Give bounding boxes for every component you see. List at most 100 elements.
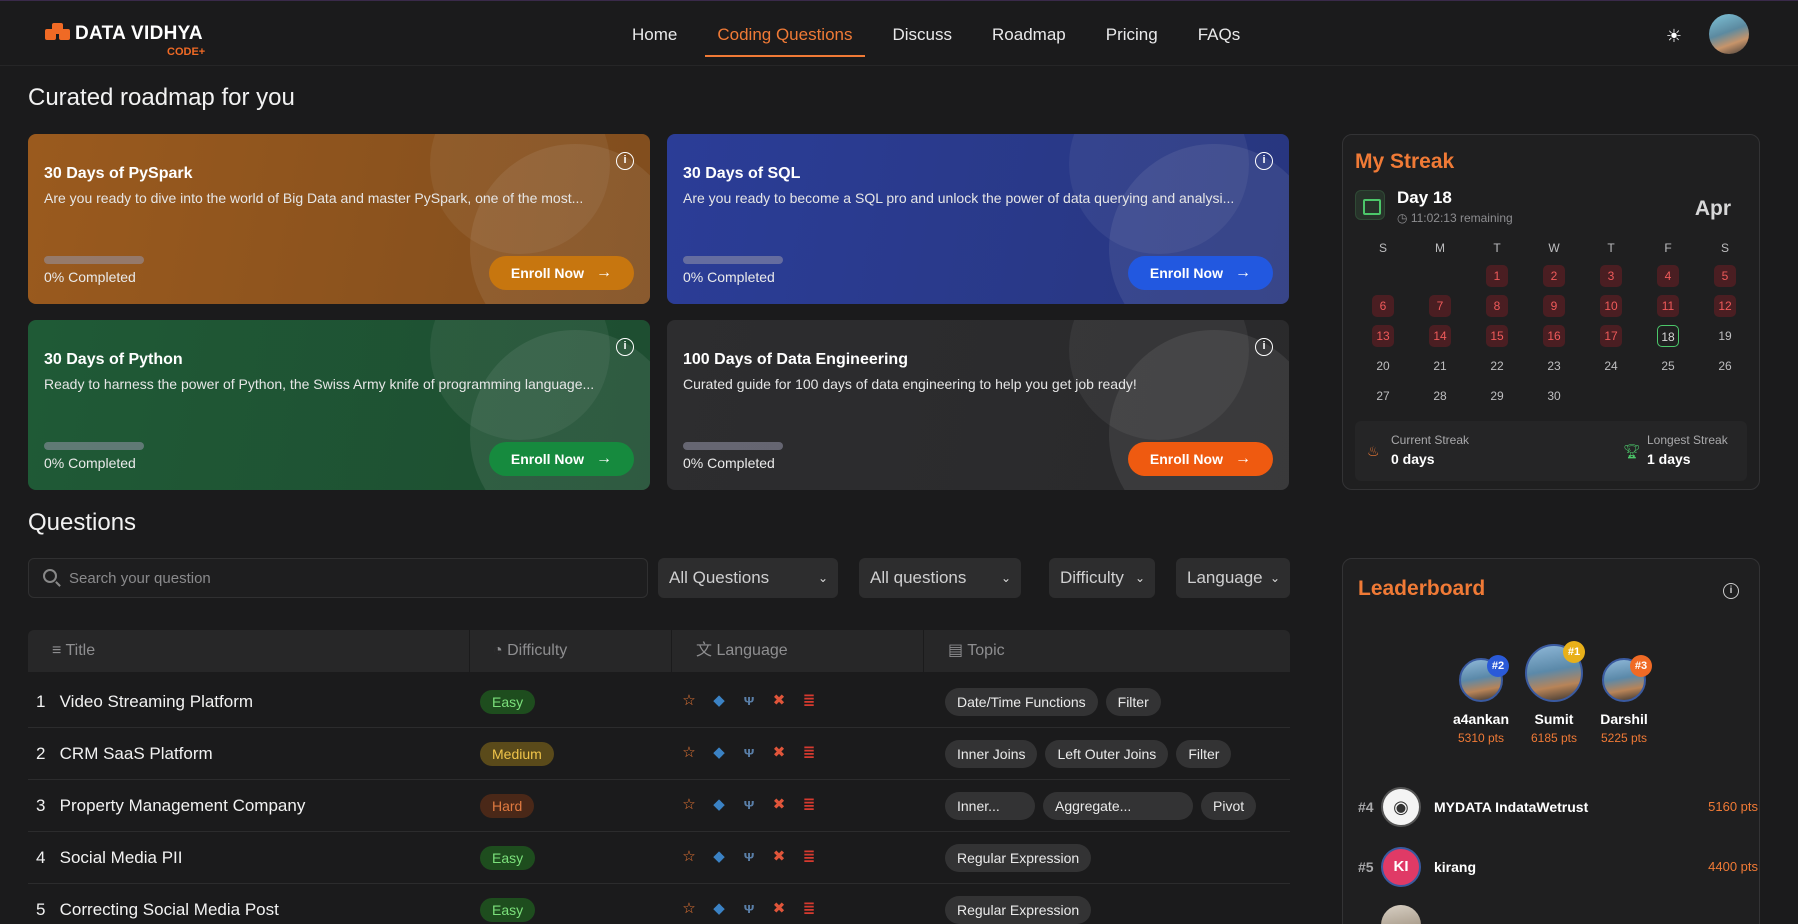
- nav-pricing[interactable]: Pricing: [1094, 19, 1170, 55]
- calendar-day[interactable]: 29: [1486, 385, 1508, 407]
- calendar-day[interactable]: 30: [1543, 385, 1565, 407]
- roadmap-card-python[interactable]: i 30 Days of Python Ready to harness the…: [28, 320, 650, 490]
- info-icon[interactable]: i: [616, 338, 634, 356]
- scala-icon[interactable]: ✖: [770, 692, 788, 710]
- topic-tag[interactable]: Date/Time Functions: [945, 688, 1098, 716]
- scala-icon[interactable]: ✖: [770, 796, 788, 814]
- table-row[interactable]: 2 CRM SaaS Platform Medium ☆ ◆ ᴪ ✖ ≣ Inner Join…: [28, 728, 1290, 780]
- col-title[interactable]: ≡ Title: [52, 630, 95, 672]
- topic-tag[interactable]: Filter: [1176, 740, 1232, 768]
- postgres-icon[interactable]: ᴪ: [740, 848, 758, 866]
- nav-faqs[interactable]: FAQs: [1186, 19, 1253, 55]
- calendar-day[interactable]: 18: [1657, 325, 1679, 347]
- question-title[interactable]: 5 Correcting Social Media Post: [36, 884, 279, 924]
- nav-roadmap[interactable]: Roadmap: [980, 19, 1078, 55]
- user-avatar[interactable]: [1709, 14, 1749, 54]
- calendar-day[interactable]: 25: [1657, 355, 1679, 377]
- calendar-day[interactable]: 19: [1714, 325, 1736, 347]
- enroll-button[interactable]: Enroll Now →: [1127, 256, 1273, 290]
- scala-icon[interactable]: ✖: [770, 744, 788, 762]
- calendar-day[interactable]: 11: [1657, 295, 1679, 317]
- calendar-day[interactable]: 16: [1543, 325, 1565, 347]
- sql-icon[interactable]: ≣: [800, 900, 818, 918]
- info-icon[interactable]: i: [1255, 338, 1273, 356]
- python-icon[interactable]: ◆: [710, 900, 728, 918]
- brand-logo[interactable]: DATA VIDHYA: [45, 23, 203, 45]
- calendar-day[interactable]: 21: [1429, 355, 1451, 377]
- info-icon[interactable]: i: [616, 152, 634, 170]
- enroll-button[interactable]: Enroll Now →: [488, 442, 634, 476]
- table-row[interactable]: 4 Social Media PII Easy ☆ ◆ ᴪ ✖ ≣ Regular Expre…: [28, 832, 1290, 884]
- theme-toggle-sun-icon[interactable]: ☀: [1662, 25, 1686, 47]
- info-icon[interactable]: i: [1255, 152, 1273, 170]
- filter-question-set[interactable]: All Questions ⌄: [658, 558, 838, 598]
- search-input[interactable]: [69, 559, 629, 597]
- col-language[interactable]: 文 Language: [696, 630, 788, 672]
- calendar-day[interactable]: 1: [1486, 265, 1508, 287]
- filter-difficulty[interactable]: Difficulty ⌄: [1049, 558, 1155, 598]
- calendar-day[interactable]: 28: [1429, 385, 1451, 407]
- col-difficulty[interactable]: ◔ Difficulty: [493, 630, 567, 672]
- python-icon[interactable]: ◆: [710, 796, 728, 814]
- calendar-day[interactable]: 3: [1600, 265, 1622, 287]
- sql-icon[interactable]: ≣: [800, 848, 818, 866]
- roadmap-card-sql[interactable]: i 30 Days of SQL Are you ready to become…: [667, 134, 1289, 304]
- calendar-day[interactable]: 9: [1543, 295, 1565, 317]
- postgres-icon[interactable]: ᴪ: [740, 692, 758, 710]
- python-icon[interactable]: ◆: [710, 692, 728, 710]
- topic-tag[interactable]: Left Outer Joins: [1045, 740, 1169, 768]
- calendar-day[interactable]: 13: [1372, 325, 1394, 347]
- question-title[interactable]: 3 Property Management Company: [36, 780, 305, 832]
- postgres-icon[interactable]: ᴪ: [740, 744, 758, 762]
- info-icon[interactable]: i: [1723, 583, 1739, 599]
- topic-tag[interactable]: Inner...: [945, 792, 1035, 820]
- calendar-day[interactable]: 22: [1486, 355, 1508, 377]
- topic-tag[interactable]: Regular Expression: [945, 844, 1092, 872]
- calendar-day[interactable]: 14: [1429, 325, 1451, 347]
- calendar-day[interactable]: 17: [1600, 325, 1622, 347]
- question-title[interactable]: 4 Social Media PII: [36, 832, 182, 884]
- sql-icon[interactable]: ≣: [800, 796, 818, 814]
- enroll-button[interactable]: Enroll Now →: [1127, 442, 1273, 476]
- roadmap-card-pyspark[interactable]: i 30 Days of PySpark Are you ready to di…: [28, 134, 650, 304]
- sql-icon[interactable]: ≣: [800, 692, 818, 710]
- calendar-day[interactable]: 5: [1714, 265, 1736, 287]
- question-title[interactable]: 1 Video Streaming Platform: [36, 676, 253, 728]
- topic-tag[interactable]: Inner Joins: [945, 740, 1038, 768]
- python-icon[interactable]: ◆: [710, 744, 728, 762]
- topic-tag[interactable]: Aggregate...: [1043, 792, 1193, 820]
- spark-icon[interactable]: ☆: [680, 848, 698, 866]
- calendar-day[interactable]: 2: [1543, 265, 1565, 287]
- calendar-day[interactable]: 6: [1372, 295, 1394, 317]
- python-icon[interactable]: ◆: [710, 848, 728, 866]
- col-topic[interactable]: ▤ Topic: [948, 630, 1005, 672]
- topic-tag[interactable]: Filter: [1105, 688, 1161, 716]
- scala-icon[interactable]: ✖: [770, 848, 788, 866]
- postgres-icon[interactable]: ᴪ: [740, 796, 758, 814]
- spark-icon[interactable]: ☆: [680, 796, 698, 814]
- spark-icon[interactable]: ☆: [680, 744, 698, 762]
- calendar-day[interactable]: 10: [1600, 295, 1622, 317]
- calendar-day[interactable]: 12: [1714, 295, 1736, 317]
- topic-tag[interactable]: Regular Expression: [945, 896, 1092, 924]
- sql-icon[interactable]: ≣: [800, 744, 818, 762]
- leaderboard-row[interactable]: #4 ◉ MYDATA IndataWetrust 5160 pts: [1358, 785, 1758, 831]
- enroll-button[interactable]: Enroll Now →: [488, 256, 634, 290]
- calendar-day[interactable]: 15: [1486, 325, 1508, 347]
- leaderboard-row[interactable]: #5 KI kirang 4400 pts: [1358, 845, 1758, 891]
- calendar-day[interactable]: 4: [1657, 265, 1679, 287]
- calendar-day[interactable]: 23: [1543, 355, 1565, 377]
- calendar-day[interactable]: 7: [1429, 295, 1451, 317]
- nav-coding-questions[interactable]: Coding Questions: [705, 19, 865, 57]
- spark-icon[interactable]: ☆: [680, 692, 698, 710]
- filter-language[interactable]: Language ⌄: [1176, 558, 1290, 598]
- table-row[interactable]: 1 Video Streaming Platform Easy ☆ ◆ ᴪ ✖ ≣ Date/…: [28, 676, 1290, 728]
- nav-discuss[interactable]: Discuss: [881, 19, 965, 55]
- calendar-day[interactable]: 27: [1372, 385, 1394, 407]
- question-title[interactable]: 2 CRM SaaS Platform: [36, 728, 213, 780]
- calendar-day[interactable]: 8: [1486, 295, 1508, 317]
- table-row[interactable]: 5 Correcting Social Media Post Easy ☆ ◆ ᴪ ✖ ≣ R…: [28, 884, 1290, 924]
- nav-home[interactable]: Home: [620, 19, 689, 55]
- filter-status[interactable]: All questions ⌄: [859, 558, 1021, 598]
- postgres-icon[interactable]: ᴪ: [740, 900, 758, 918]
